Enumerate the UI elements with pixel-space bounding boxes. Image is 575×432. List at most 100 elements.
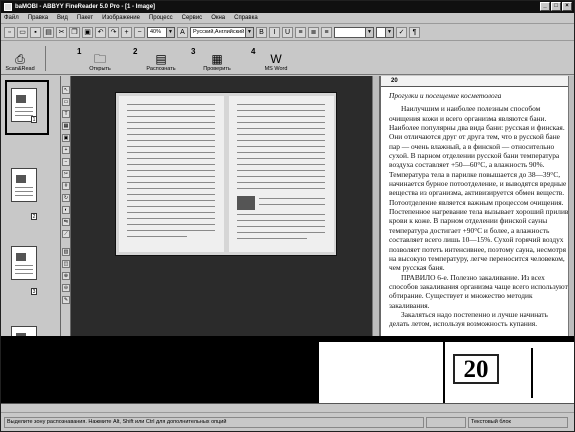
image-tools-strip: ↖ ▭ T ▦ ▣ + − ✂ # ↻ ◐ ⇋ ⟋ ▥ ◫ ⊕ ⊖ ✎ bbox=[61, 76, 71, 336]
toolbar-divider bbox=[45, 46, 46, 71]
right-page bbox=[229, 96, 334, 252]
close-button[interactable]: × bbox=[562, 2, 572, 11]
spell-check-icon[interactable]: ✓ bbox=[396, 26, 407, 38]
step-number: 4 bbox=[251, 47, 256, 56]
zoom-divider bbox=[443, 336, 445, 403]
image-vertical-scrollbar[interactable] bbox=[372, 76, 379, 336]
language-icon[interactable]: A bbox=[177, 26, 188, 38]
open-step-label: Открыть bbox=[89, 66, 111, 72]
align-left-icon[interactable]: ≡ bbox=[295, 26, 306, 38]
chevron-down-icon[interactable]: ▼ bbox=[385, 27, 393, 37]
horizontal-scrollbar[interactable] bbox=[1, 403, 574, 411]
pen-icon[interactable]: ✎ bbox=[62, 296, 70, 304]
table-block-icon[interactable]: ▦ bbox=[62, 122, 70, 130]
select-area-icon[interactable]: ▭ bbox=[62, 98, 70, 106]
menu-file[interactable]: Файл bbox=[4, 15, 19, 21]
status-empty-cell bbox=[426, 416, 466, 428]
zoom-out-icon[interactable]: ⊖ bbox=[62, 284, 70, 292]
deskew-icon[interactable]: ⟋ bbox=[62, 230, 70, 238]
order-blocks-icon[interactable]: # bbox=[62, 182, 70, 190]
open-step-button[interactable]: 1 🗀 Открыть bbox=[77, 44, 115, 72]
check-step-button[interactable]: 3 ▦ Проверить bbox=[191, 44, 235, 72]
cut-block-icon[interactable]: ✂ bbox=[62, 170, 70, 178]
underline-icon[interactable]: U bbox=[282, 26, 293, 38]
save-icon[interactable]: ▪ bbox=[30, 26, 41, 38]
paste-icon[interactable]: ▣ bbox=[82, 26, 93, 38]
image-window[interactable] bbox=[71, 76, 379, 336]
zoom-in-icon[interactable]: ⊕ bbox=[62, 272, 70, 280]
text-paragraph: ПРАВИЛО 6-е. Полезно закаливание. Из все… bbox=[389, 272, 568, 310]
text-block-icon[interactable]: T bbox=[62, 110, 70, 118]
language-combo[interactable]: Русский,Английский ▼ bbox=[190, 26, 254, 38]
copy-icon[interactable]: ❐ bbox=[69, 26, 80, 38]
zoomed-page bbox=[319, 342, 574, 403]
menu-edit[interactable]: Правка bbox=[28, 15, 48, 21]
thumbnail-number: 2 bbox=[31, 213, 37, 220]
menu-help[interactable]: Справка bbox=[234, 15, 258, 21]
pointer-icon[interactable]: ↖ bbox=[62, 86, 70, 94]
maximize-button[interactable]: □ bbox=[551, 2, 561, 11]
menu-batch[interactable]: Пакет bbox=[77, 15, 93, 21]
recognized-text[interactable]: Прогулки и посещение косметологa Наилучш… bbox=[389, 91, 569, 329]
add-block-icon[interactable]: + bbox=[62, 146, 70, 154]
menu-view[interactable]: Вид bbox=[57, 15, 68, 21]
page-thumbnail[interactable] bbox=[11, 168, 37, 202]
scan-read-label: Scan&Read bbox=[5, 66, 35, 72]
text-page-number: 20 bbox=[381, 76, 570, 87]
status-block-type: Текстовый блок bbox=[468, 416, 568, 428]
font-combo[interactable]: ▼ bbox=[334, 26, 374, 38]
mirror-icon[interactable]: ⇋ bbox=[62, 218, 70, 226]
picture-block-icon[interactable]: ▣ bbox=[62, 134, 70, 142]
italic-icon[interactable]: I bbox=[269, 26, 280, 38]
text-editor-window[interactable]: 20 Прогулки и посещение косметологa Наил… bbox=[379, 76, 574, 336]
word-step-button[interactable]: 4 W MS Word bbox=[251, 44, 293, 72]
invert-icon[interactable]: ◐ bbox=[62, 206, 70, 214]
undo-icon[interactable]: ↶ bbox=[95, 26, 106, 38]
status-bar: Выделите зону распознавания. Нажмите Alt… bbox=[1, 412, 574, 431]
chevron-down-icon[interactable]: ▼ bbox=[245, 27, 253, 37]
recognize-step-button[interactable]: 2 ▤ Распознать bbox=[133, 44, 181, 72]
menu-bar: Файл Правка Вид Пакет Изображение Процес… bbox=[1, 13, 574, 24]
page-thumbnail[interactable] bbox=[11, 246, 37, 280]
text-vertical-scrollbar[interactable] bbox=[568, 76, 574, 336]
remove-block-icon[interactable]: − bbox=[62, 158, 70, 166]
zoom-combo[interactable]: 40% ▼ bbox=[147, 26, 175, 38]
grid-icon[interactable]: ▥ bbox=[62, 248, 70, 256]
new-icon[interactable]: ▫ bbox=[4, 26, 15, 38]
standard-toolbar: ▫ ▭ ▪ ▤ ✂ ❐ ▣ ↶ ↷ + − 40% ▼ A Русский,Ан… bbox=[1, 24, 574, 41]
menu-image[interactable]: Изображение bbox=[102, 15, 140, 21]
chevron-down-icon[interactable]: ▼ bbox=[365, 27, 373, 37]
thumbnail-number: 1 bbox=[31, 116, 37, 123]
menu-tools[interactable]: Сервис bbox=[182, 15, 203, 21]
rotate-icon[interactable]: ↻ bbox=[62, 194, 70, 202]
paragraph-icon[interactable]: ¶ bbox=[409, 26, 420, 38]
text-paragraph: Закаляться надо постепенно и лучше начин… bbox=[389, 309, 548, 329]
recognize-step-label: Распознать bbox=[146, 66, 176, 72]
scan-read-toolbar: ⎙ Scan&Read 1 🗀 Открыть 2 ▤ Распознать 3… bbox=[1, 42, 574, 75]
word-step-label: MS Word bbox=[264, 66, 288, 72]
redo-icon[interactable]: ↷ bbox=[108, 26, 119, 38]
minimize-button[interactable]: _ bbox=[540, 2, 550, 11]
left-page bbox=[119, 96, 224, 252]
menu-windows[interactable]: Окна bbox=[211, 15, 225, 21]
open-folder-icon[interactable]: ▭ bbox=[17, 26, 28, 38]
zoom-out-icon[interactable]: − bbox=[134, 26, 145, 38]
scanned-book-image bbox=[115, 92, 337, 256]
zoom-in-icon[interactable]: + bbox=[121, 26, 132, 38]
status-hint: Выделите зону распознавания. Нажмите Alt… bbox=[4, 416, 424, 428]
align-center-icon[interactable]: ≣ bbox=[308, 26, 319, 38]
cut-icon[interactable]: ✂ bbox=[56, 26, 67, 38]
app-icon[interactable] bbox=[4, 3, 12, 11]
menu-process[interactable]: Процесс bbox=[149, 15, 173, 21]
scanner-icon: ⎙ bbox=[15, 52, 25, 66]
align-right-icon[interactable]: ≡ bbox=[321, 26, 332, 38]
eraser-icon[interactable]: ◫ bbox=[62, 260, 70, 268]
scan-read-button[interactable]: ⎙ Scan&Read bbox=[5, 44, 35, 72]
chevron-down-icon[interactable]: ▼ bbox=[166, 27, 174, 37]
step-number: 2 bbox=[133, 47, 138, 56]
bold-icon[interactable]: B bbox=[256, 26, 267, 38]
print-icon[interactable]: ▤ bbox=[43, 26, 54, 38]
font-size-combo[interactable]: ▼ bbox=[376, 26, 394, 38]
recognize-icon: ▤ bbox=[155, 52, 167, 66]
zoom-window[interactable]: 20 bbox=[1, 336, 574, 403]
